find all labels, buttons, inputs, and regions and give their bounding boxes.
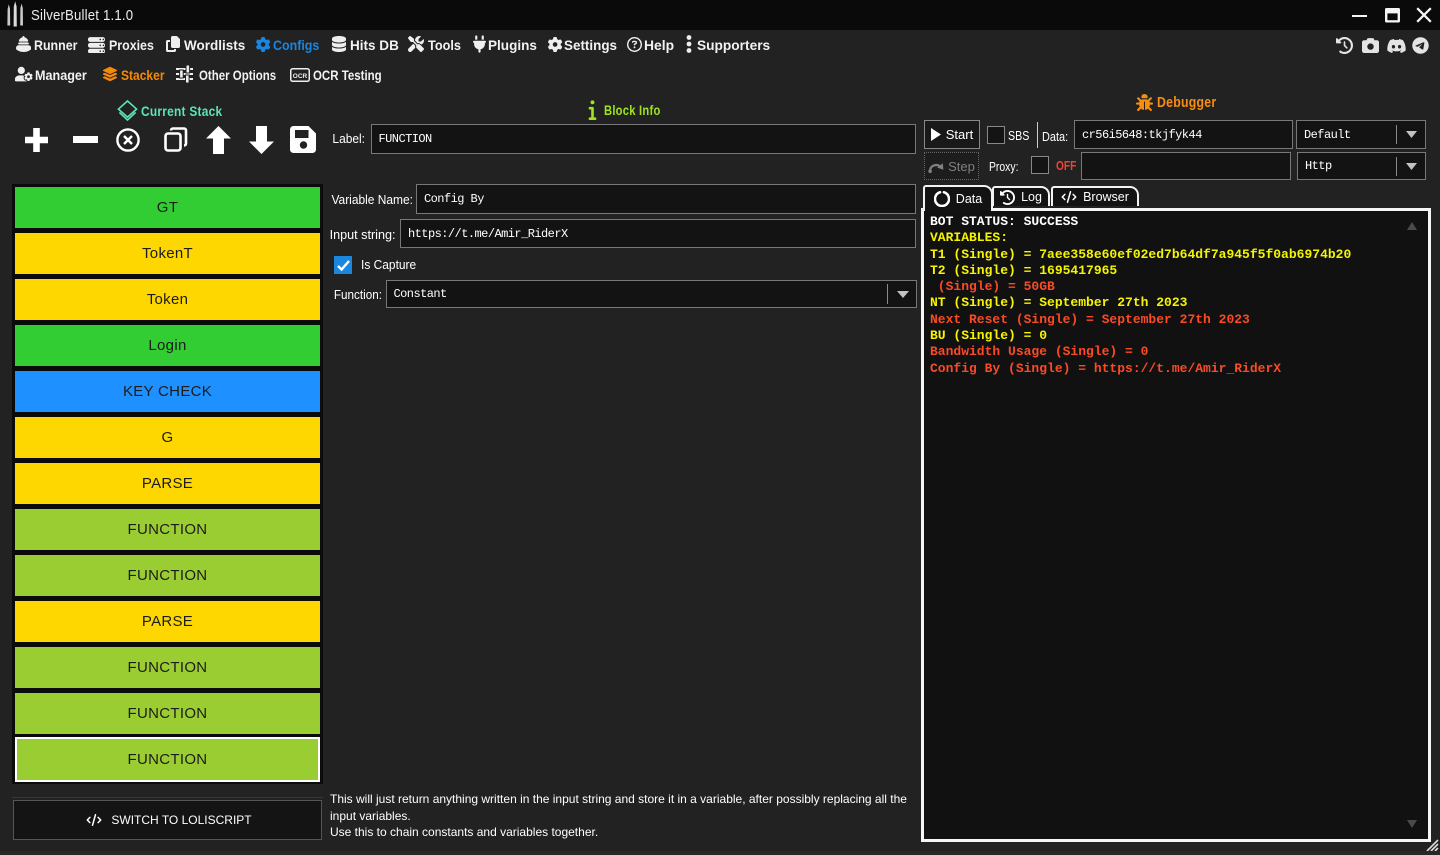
svg-text:OCR: OCR [293, 73, 308, 80]
